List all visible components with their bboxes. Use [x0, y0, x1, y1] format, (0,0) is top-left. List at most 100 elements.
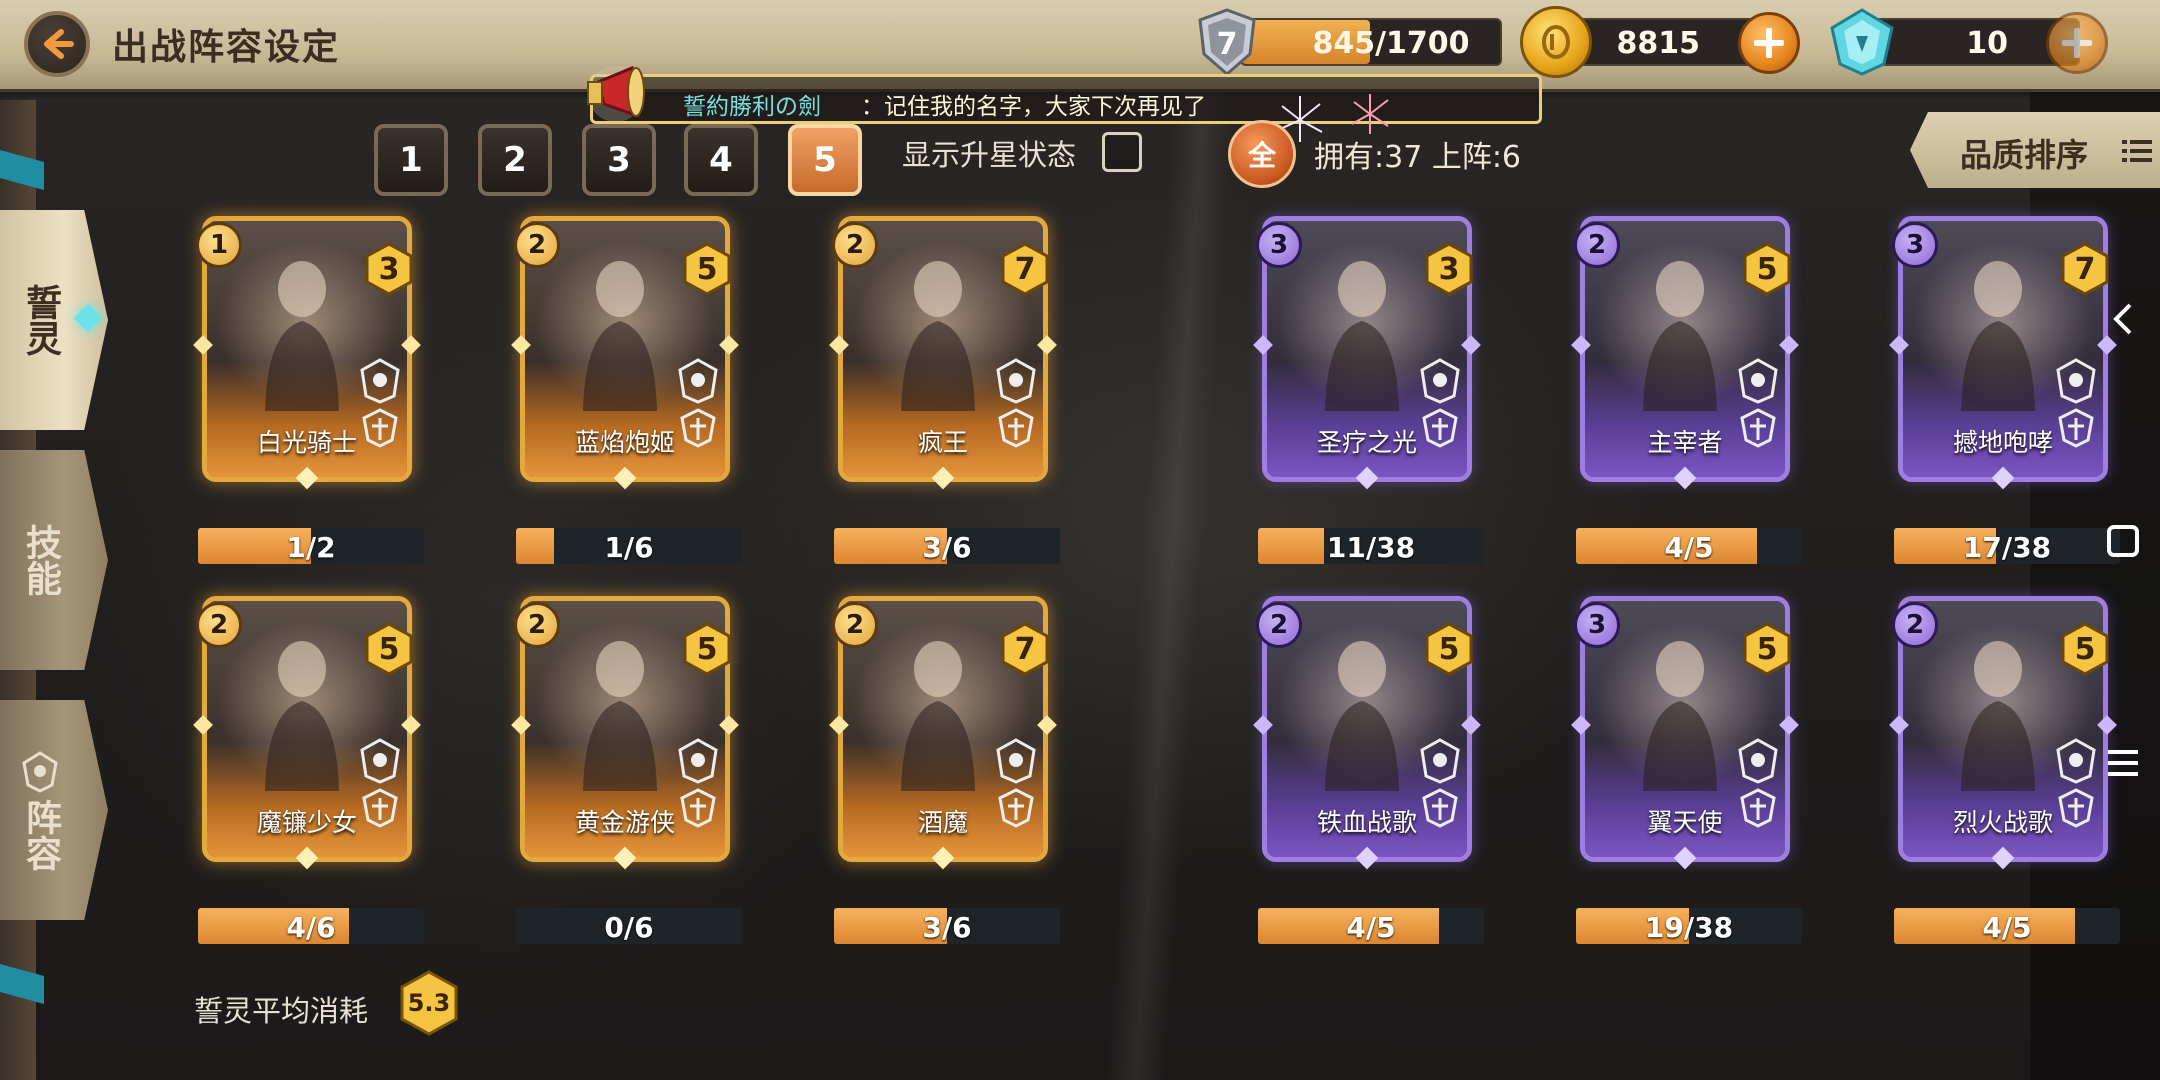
progress-text: 4/5: [1346, 911, 1396, 944]
hero-figure: [583, 641, 657, 791]
progress-text: 4/5: [1982, 911, 2032, 944]
hero-card[interactable]: 铁血战歌 2 5: [1253, 596, 1481, 870]
hero-cost: 5: [378, 631, 400, 667]
class-emblem-icon: [996, 358, 1036, 448]
class-emblem-icon: [360, 358, 400, 448]
page-tab-4[interactable]: 4: [684, 124, 758, 196]
light-streak: [1105, 90, 1235, 1080]
class-emblem-icon: [678, 358, 718, 448]
hero-card[interactable]: 疯王 2 7: [829, 216, 1057, 490]
hero-progress-bar: 11/38: [1258, 528, 1484, 564]
hero-figure: [265, 261, 339, 411]
stamina-value: 845/1700: [1312, 26, 1470, 61]
page-tab-3[interactable]: 3: [582, 124, 656, 196]
hero-cost-badge: 7: [1000, 622, 1050, 676]
horn-icon: [587, 65, 645, 122]
hero-level: 3: [1256, 222, 1302, 268]
filter-all-button[interactable]: 全: [1228, 120, 1296, 188]
hero-cost-badge: 5: [682, 242, 732, 296]
add-gold-button[interactable]: [1738, 12, 1800, 74]
hero-cost: 5: [1438, 631, 1460, 667]
hero-card[interactable]: 圣疗之光 3 3: [1253, 216, 1481, 490]
back-arrow-icon: [44, 29, 74, 59]
back-button[interactable]: [24, 11, 90, 77]
hero-cost-badge: 7: [2060, 242, 2110, 296]
quality-sort-button[interactable]: 品质排序: [1910, 112, 2160, 188]
hero-progress-bar: 0/6: [516, 908, 742, 944]
sort-label: 品质排序: [1960, 136, 2089, 174]
hero-figure: [1325, 261, 1399, 411]
class-emblem-icon: [2056, 358, 2096, 448]
hero-card[interactable]: 魔镰少女 2 5: [193, 596, 421, 870]
avg-cost-value: 5.3: [407, 989, 451, 1017]
coin-icon: [1520, 6, 1592, 78]
hero-cost: 5: [696, 631, 718, 667]
hero-progress-bar: 3/6: [834, 528, 1060, 564]
formation-icon: [22, 751, 58, 793]
hero-figure: [1325, 641, 1399, 791]
page-tab-5[interactable]: 5: [788, 124, 862, 196]
hero-progress-bar: 3/6: [834, 908, 1060, 944]
hero-cost: 5: [1756, 631, 1778, 667]
hero-cost: 7: [1014, 631, 1036, 667]
hero-card[interactable]: 主宰者 2 5: [1571, 216, 1799, 490]
hero-card[interactable]: 白光骑士 1 3: [193, 216, 421, 490]
page-tab-2[interactable]: 2: [478, 124, 552, 196]
active-gem-icon: [73, 303, 103, 333]
hero-cost: 7: [2074, 251, 2096, 287]
class-emblem-icon: [2056, 738, 2096, 828]
hero-progress-bar: 17/38: [1894, 528, 2120, 564]
hero-card[interactable]: 翼天使 3 5: [1571, 596, 1799, 870]
hero-card[interactable]: 黄金游侠 2 5: [511, 596, 739, 870]
hero-level: 2: [832, 602, 878, 648]
class-emblem-icon: [678, 738, 718, 828]
progress-text: 19/38: [1644, 911, 1734, 944]
progress-text: 3/6: [922, 531, 972, 564]
system-menu-button[interactable]: [2094, 734, 2152, 792]
gem-icon: [1830, 8, 1894, 76]
class-emblem-icon: [1420, 358, 1460, 448]
hero-figure: [1961, 261, 2035, 411]
hero-figure: [901, 641, 975, 791]
hero-cost: 5: [1756, 251, 1778, 287]
progress-text: 3/6: [922, 911, 972, 944]
page-tab-1[interactable]: 1: [374, 124, 448, 196]
stamina-bar: 845/1700: [1240, 18, 1502, 66]
class-emblem-icon: [1738, 738, 1778, 828]
hero-level: 3: [1574, 602, 1620, 648]
sort-list-icon: [2122, 140, 2152, 162]
progress-text: 1/2: [286, 531, 336, 564]
hero-cost-badge: 5: [1424, 622, 1474, 676]
hero-figure: [1643, 641, 1717, 791]
hero-card[interactable]: 酒魔 2 7: [829, 596, 1057, 870]
hero-cost-badge: 7: [1000, 242, 1050, 296]
add-gem-button[interactable]: [2046, 12, 2108, 74]
hero-cost-badge: 5: [364, 622, 414, 676]
page-title: 出战阵容设定: [112, 27, 341, 68]
hero-progress-bar: 4/6: [198, 908, 424, 944]
avg-cost-badge: 5.3: [398, 970, 460, 1036]
system-home-button[interactable]: [2094, 512, 2152, 570]
gem-value: 10: [1966, 26, 2008, 61]
hero-cost-badge: 3: [1424, 242, 1474, 296]
avg-cost-label: 誓灵平均消耗: [194, 994, 369, 1028]
hero-figure: [1643, 261, 1717, 411]
hero-cost: 3: [1438, 251, 1460, 287]
hero-level: 2: [514, 602, 560, 648]
hero-cost-badge: 5: [1742, 622, 1792, 676]
hero-card[interactable]: 撼地咆哮 3 7: [1889, 216, 2117, 490]
hero-progress-bar: 4/5: [1576, 528, 1802, 564]
hero-card[interactable]: 蓝焰炮姬 2 5: [511, 216, 739, 490]
hero-figure: [583, 261, 657, 411]
hero-card[interactable]: 烈火战歌 2 5: [1889, 596, 2117, 870]
star-status-checkbox[interactable]: [1102, 132, 1142, 172]
class-emblem-icon: [1738, 358, 1778, 448]
hero-level: 2: [1256, 602, 1302, 648]
progress-text: 17/38: [1962, 531, 2052, 564]
class-emblem-icon: [360, 738, 400, 828]
progress-text: 0/6: [604, 911, 654, 944]
stamina-level: 7: [1217, 27, 1238, 62]
hero-progress-bar: 4/5: [1894, 908, 2120, 944]
hero-cost: 7: [1014, 251, 1036, 287]
hero-cost-badge: 5: [2060, 622, 2110, 676]
